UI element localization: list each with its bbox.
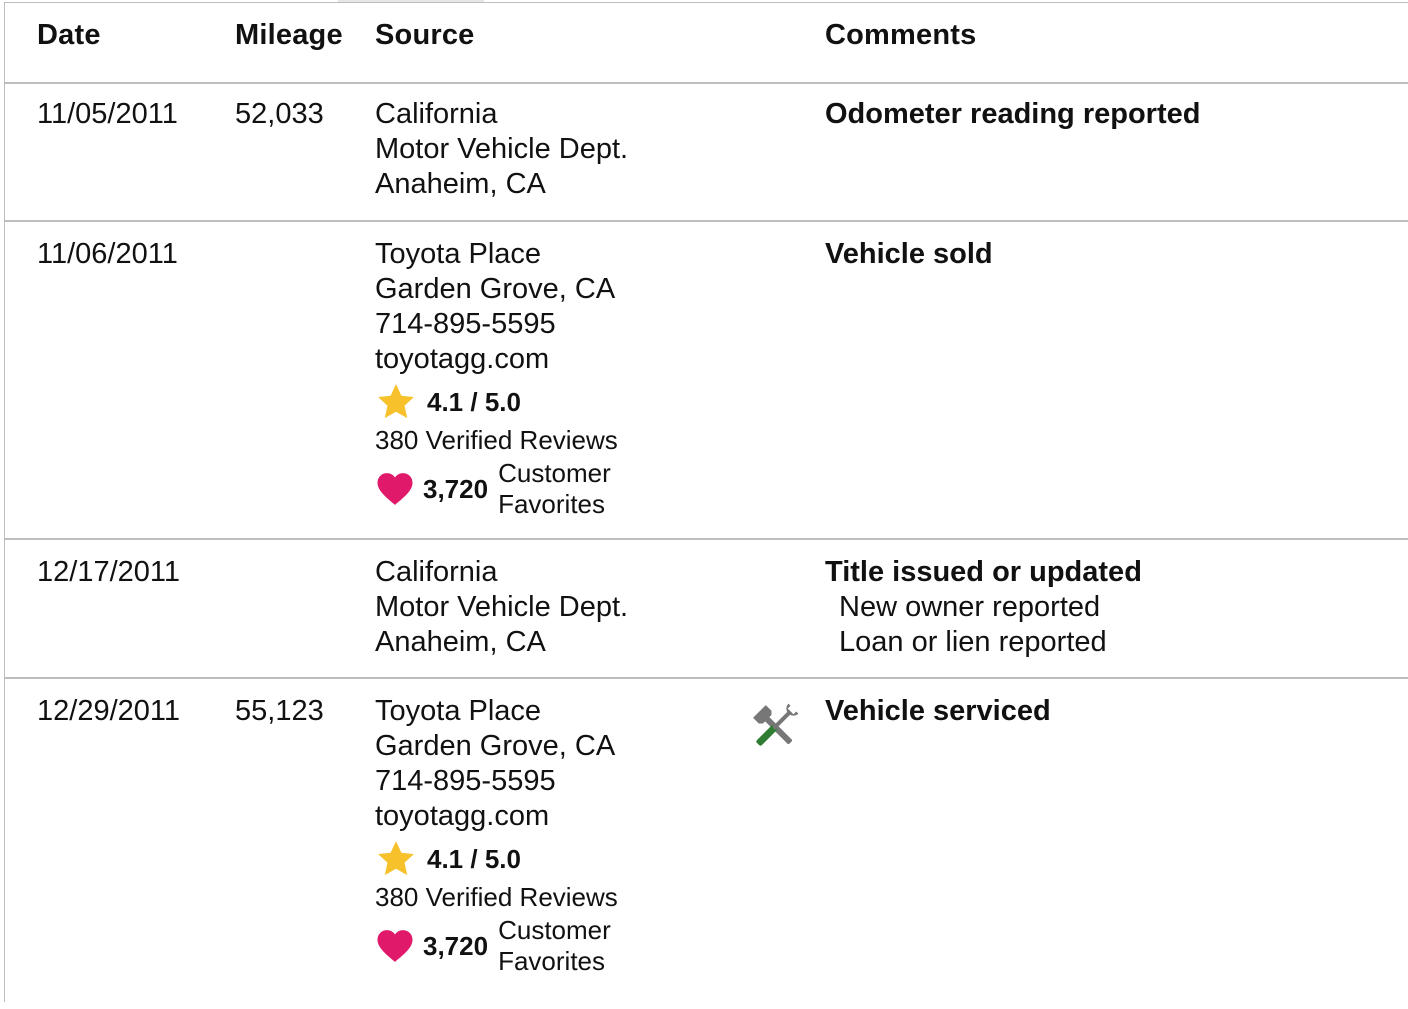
dealer-website-link[interactable]: toyotagg.com [375,799,628,834]
header-comments[interactable]: Comments [825,19,976,52]
dealer-rating[interactable]: 4.1 / 5.0 [375,381,628,423]
header-date[interactable]: Date [37,19,101,52]
row-comments: Odometer reading reported [825,97,1200,132]
source-line: Motor Vehicle Dept. [375,591,629,623]
table-header-row: Date Mileage Source Comments [5,3,1408,84]
table-row: 12/29/2011 55,123 Toyota Place Garden Gr… [5,679,1408,1009]
comment-title: Odometer reading reported [825,98,1201,130]
favorites-label: Customer Favorites [498,915,611,976]
heart-icon [377,930,413,962]
favorites-count: 3,720 [423,473,489,504]
customer-favorites: 3,720 Customer Favorites [375,914,628,978]
comment-detail: New owner reported [839,591,1101,623]
row-comments: Title issued or updated New owner report… [825,555,1142,660]
comment-title: Vehicle serviced [825,695,1051,727]
heart-icon [377,473,413,505]
row-comments: Vehicle serviced [825,694,1051,729]
vehicle-history-table: Date Mileage Source Comments 11/05/2011 … [4,2,1408,1002]
verified-reviews-link[interactable]: 380 Verified Reviews [375,880,628,914]
row-mileage: 55,123 [235,695,324,727]
header-source[interactable]: Source [375,19,475,52]
comment-title: Title issued or updated [825,556,1142,588]
verified-reviews-link[interactable]: 380 Verified Reviews [375,423,628,457]
table-row: 11/06/2011 Toyota Place Garden Grove, CA… [5,222,1408,540]
source-line: California [375,98,498,130]
rating-value: 4.1 / 5.0 [427,843,521,874]
comment-detail: Loan or lien reported [839,626,1107,658]
row-comments: Vehicle sold [825,237,993,272]
table-row: 12/17/2011 California Motor Vehicle Dept… [5,540,1408,679]
favorites-label: Customer Favorites [498,458,611,519]
dealer-phone[interactable]: 714-895-5595 [375,307,628,342]
table-row: 11/05/2011 52,033 California Motor Vehic… [5,82,1408,222]
row-source: California Motor Vehicle Dept. Anaheim, … [375,97,628,202]
dealer-website-link[interactable]: toyotagg.com [375,342,628,377]
tools-icon [753,703,799,746]
dealer-phone[interactable]: 714-895-5595 [375,764,628,799]
source-line: Anaheim, CA [375,168,546,200]
row-date: 11/06/2011 [37,238,178,270]
dealer-name-link[interactable]: Toyota Place [375,237,628,272]
row-date: 12/17/2011 [37,556,180,588]
source-line: Motor Vehicle Dept. [375,133,629,165]
row-source: Toyota Place Garden Grove, CA 714-895-55… [375,237,628,521]
header-mileage[interactable]: Mileage [235,19,343,52]
row-source: California Motor Vehicle Dept. Anaheim, … [375,555,628,660]
source-line: Garden Grove, CA [375,730,616,762]
source-line: California [375,556,498,588]
comment-title: Vehicle sold [825,238,993,270]
dealer-name-link[interactable]: Toyota Place [375,694,628,729]
source-line: Garden Grove, CA [375,273,616,305]
favorites-count: 3,720 [423,930,489,961]
source-line: Anaheim, CA [375,626,546,658]
row-mileage: 52,033 [235,98,324,130]
customer-favorites: 3,720 Customer Favorites [375,457,628,521]
row-date: 11/05/2011 [37,98,178,130]
row-date: 12/29/2011 [37,695,180,727]
row-source: Toyota Place Garden Grove, CA 714-895-55… [375,694,628,978]
star-icon [378,841,414,876]
dealer-rating[interactable]: 4.1 / 5.0 [375,838,628,880]
star-icon [378,384,414,419]
rating-value: 4.1 / 5.0 [427,386,521,417]
